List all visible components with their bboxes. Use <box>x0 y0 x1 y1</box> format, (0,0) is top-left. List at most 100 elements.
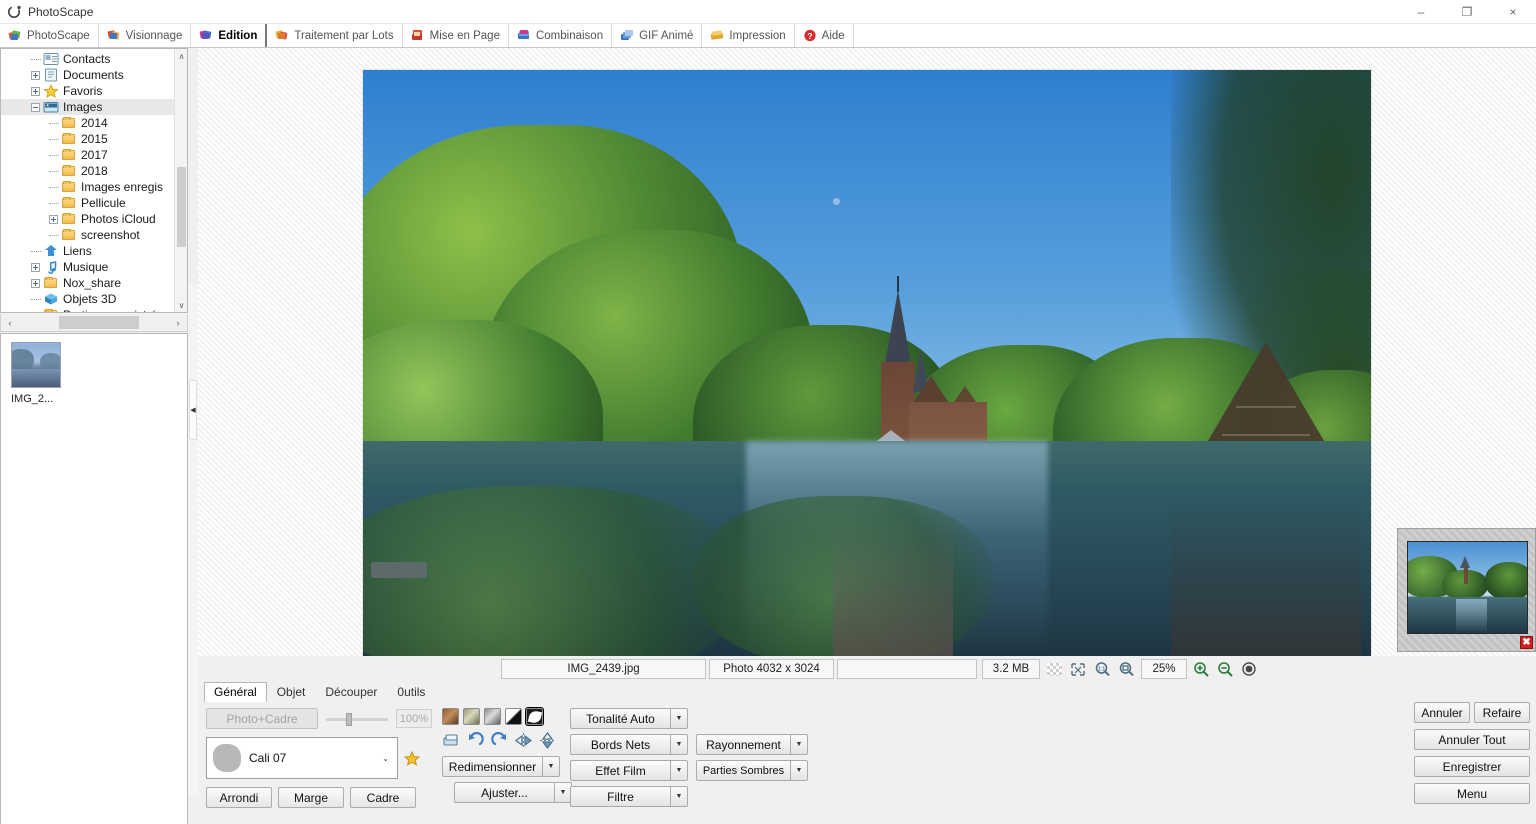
tree-expand-icon[interactable] <box>31 71 40 80</box>
undo-all-button[interactable]: Annuler Tout <box>1414 729 1530 750</box>
tree-item-nox-share[interactable]: Nox_share <box>1 275 187 291</box>
filter-button[interactable]: Filtre ▼ <box>570 786 688 807</box>
tab-mise-en-page[interactable]: Mise en Page <box>403 24 509 47</box>
frame-button[interactable]: Cadre <box>350 787 416 808</box>
rotate-left-icon[interactable] <box>466 732 485 749</box>
margin-button[interactable]: Marge <box>278 787 344 808</box>
image-info-icon[interactable] <box>1238 659 1260 679</box>
swatch-selected-leaf[interactable] <box>526 708 543 725</box>
tree-expand-icon[interactable] <box>31 87 40 96</box>
favorite-frame-star-icon[interactable] <box>404 751 420 766</box>
h-scroll-thumb[interactable] <box>59 316 139 329</box>
chevron-down-icon[interactable]: ⌄ <box>382 754 389 763</box>
tree-item-2015[interactable]: 2015 <box>1 131 187 147</box>
minimize-button[interactable]: – <box>1398 0 1444 24</box>
scroll-left-arrow-icon[interactable]: ‹ <box>1 315 19 331</box>
scroll-thumb[interactable] <box>177 167 186 247</box>
tree-expand-icon[interactable] <box>31 263 40 272</box>
swatch-olive[interactable] <box>463 708 480 725</box>
splitter-collapse-handle[interactable]: ◀ <box>189 380 197 440</box>
tree-item-documents[interactable]: Documents <box>1 67 187 83</box>
menu-button[interactable]: Menu <box>1414 783 1530 804</box>
print-stack-icon[interactable] <box>442 732 461 749</box>
tree-expand-icon[interactable] <box>49 215 58 224</box>
tree-item-screenshot[interactable]: screenshot <box>1 227 187 243</box>
tree-item-2018[interactable]: 2018 <box>1 163 187 179</box>
tree-item-musique[interactable]: Musique <box>1 259 187 275</box>
navigator-thumbnail[interactable] <box>1407 541 1528 634</box>
chevron-down-icon[interactable]: ▼ <box>542 756 560 777</box>
transparency-checker-icon[interactable] <box>1043 659 1065 679</box>
tree-item-images[interactable]: Images <box>1 99 187 115</box>
zoom-actual-size-icon[interactable]: 1:1 <box>1091 659 1113 679</box>
tab-traitement-par-lots[interactable]: Traitement par Lots <box>267 24 402 47</box>
rotate-right-icon[interactable] <box>490 732 509 749</box>
scroll-down-arrow-icon[interactable]: ∨ <box>175 298 188 312</box>
tab-aide[interactable]: ? Aide <box>795 24 854 47</box>
round-corners-button[interactable]: Arrondi <box>206 787 272 808</box>
maximize-button[interactable]: ❐ <box>1444 0 1490 24</box>
frame-style-select[interactable]: Cali 07 ⌄ <box>206 737 398 779</box>
save-button[interactable]: Enregistrer <box>1414 756 1530 777</box>
chevron-down-icon[interactable]: ▼ <box>790 734 808 755</box>
tab-photoscape[interactable]: PhotoScape <box>0 24 99 47</box>
auto-level-button[interactable]: Tonalité Auto ▼ <box>570 708 688 729</box>
zoom-out-icon[interactable] <box>1214 659 1236 679</box>
tree-item-liens[interactable]: Liens <box>1 243 187 259</box>
chevron-down-icon[interactable]: ▼ <box>670 760 688 781</box>
h-scroll-track[interactable] <box>19 316 169 330</box>
photo-frame-button[interactable]: Photo+Cadre <box>206 708 318 729</box>
chevron-down-icon[interactable]: ▼ <box>670 786 688 807</box>
tab-edition[interactable]: Edition <box>191 24 267 47</box>
tree-expand-icon[interactable] <box>31 279 40 288</box>
close-button[interactable]: × <box>1490 0 1536 24</box>
tab-impression[interactable]: Impression <box>702 24 794 47</box>
tab-decouper[interactable]: Découper <box>315 682 387 702</box>
swatch-gray[interactable] <box>484 708 501 725</box>
tab-combinaison[interactable]: Combinaison <box>509 24 612 47</box>
tree-horizontal-scrollbar[interactable]: ‹ › <box>0 314 188 332</box>
tree-item-favoris[interactable]: Favoris <box>1 83 187 99</box>
undo-button[interactable]: Annuler <box>1414 702 1470 723</box>
fit-to-window-icon[interactable] <box>1067 659 1089 679</box>
tree-item-objets-3d[interactable]: Objets 3D <box>1 291 187 307</box>
flip-vertical-icon[interactable] <box>538 732 557 749</box>
tree-item-photos-icloud[interactable]: Photos iCloud <box>1 211 187 227</box>
navigator-close-button[interactable]: ✖ <box>1520 636 1533 649</box>
chevron-down-icon[interactable]: ▼ <box>790 760 808 781</box>
tab-outils[interactable]: 0utils <box>387 682 435 702</box>
frame-opacity-slider[interactable] <box>326 710 388 728</box>
flip-horizontal-icon[interactable] <box>514 732 533 749</box>
scroll-up-arrow-icon[interactable]: ∧ <box>175 49 188 63</box>
list-item[interactable]: IMG_2... <box>11 342 67 405</box>
backlight-button[interactable]: Parties Sombres ▼ <box>696 760 808 781</box>
chevron-down-icon[interactable]: ▼ <box>670 734 688 755</box>
image-canvas[interactable] <box>198 48 1536 656</box>
thumbnail-image[interactable] <box>11 342 61 388</box>
tree-item-2014[interactable]: 2014 <box>1 115 187 131</box>
tree-item-pellicule[interactable]: Pellicule <box>1 195 187 211</box>
tree-item-2017[interactable]: 2017 <box>1 147 187 163</box>
scroll-right-arrow-icon[interactable]: › <box>169 315 187 331</box>
adjust-button[interactable]: Ajuster... ▼ <box>454 782 572 803</box>
edited-photo[interactable] <box>363 70 1371 656</box>
tree-item-parties-enregistr-e[interactable]: Parties enregistrée <box>1 307 187 313</box>
panel-splitter[interactable]: ◀ <box>188 285 198 796</box>
swatch-black-white[interactable] <box>505 708 522 725</box>
zoom-in-icon[interactable] <box>1190 659 1212 679</box>
swatch-brown[interactable] <box>442 708 459 725</box>
tab-visionnage[interactable]: Visionnage <box>99 24 192 47</box>
tree-vertical-scrollbar[interactable]: ∧ ∨ <box>174 49 187 312</box>
tree-item-images-enregis[interactable]: Images enregis <box>1 179 187 195</box>
tree-collapse-icon[interactable] <box>31 103 40 112</box>
resize-button[interactable]: Redimensionner ▼ <box>442 756 560 777</box>
tab-gif-anime[interactable]: GIF Animé <box>612 24 702 47</box>
chevron-down-icon[interactable]: ▼ <box>670 708 688 729</box>
tab-objet[interactable]: Objet <box>267 682 316 702</box>
tab-general[interactable]: Général <box>204 682 267 702</box>
tree-item-contacts[interactable]: Contacts <box>1 51 187 67</box>
film-effect-button[interactable]: Effet Film ▼ <box>570 760 688 781</box>
bloom-button[interactable]: Rayonnement ▼ <box>696 734 808 755</box>
navigator-preview[interactable]: ✖ <box>1397 528 1536 652</box>
folder-tree[interactable]: ContactsDocumentsFavorisImages2014201520… <box>1 49 187 313</box>
